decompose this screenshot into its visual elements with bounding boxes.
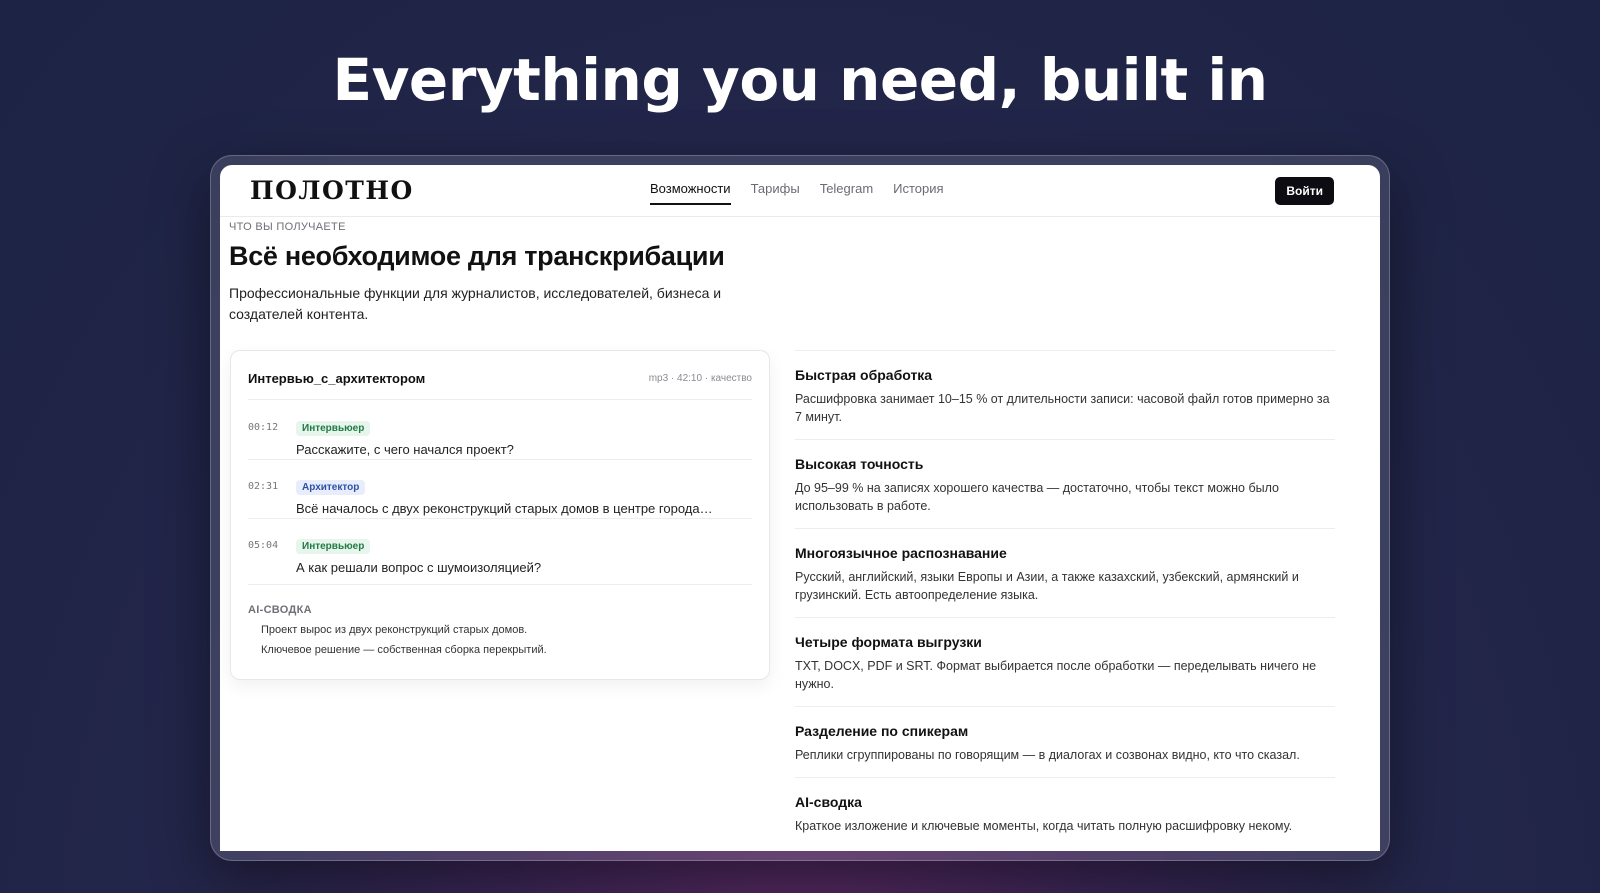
timestamp: 05:04 xyxy=(248,540,279,551)
feature-description: Реплики сгруппированы по говорящим — в д… xyxy=(795,748,1300,762)
transcript-row: 02:31 Архитектор Всё началось с двух рек… xyxy=(248,460,752,519)
feature-item: Высокая точность До 95–99 % на записях х… xyxy=(795,440,1335,529)
timestamp: 02:31 xyxy=(248,481,279,492)
utterance-text: Всё началось с двух реконструкций старых… xyxy=(296,501,713,516)
transcript-rows: 00:12 Интервьюер Расскажите, с чего нача… xyxy=(248,401,752,585)
feature-description: Расшифровка занимает 10–15 % от длительн… xyxy=(795,392,1330,424)
feature-title: Быстрая обработка xyxy=(795,367,933,383)
ai-summary-line: Ключевое решение — собственная сборка пе… xyxy=(261,644,547,656)
utterance-text: А как решали вопрос с шумоизоляцией? xyxy=(296,560,542,575)
transcript-header: Интервью_с_архитектором mp3 · 42:10 · ка… xyxy=(248,351,752,400)
nav-links: Возможности Тарифы Telegram История xyxy=(650,181,944,205)
logo[interactable]: ПОЛОТНО xyxy=(250,176,414,205)
nav-link-pricing[interactable]: Тарифы xyxy=(751,181,800,205)
navbar: ПОЛОТНО Возможности Тарифы Telegram Исто… xyxy=(220,165,1380,217)
speaker-badge: Архитектор xyxy=(296,480,366,495)
ai-summary-label: AI-СВОДКА xyxy=(248,604,312,616)
nav-link-telegram[interactable]: Telegram xyxy=(820,181,873,205)
hero-title: Everything you need, built in xyxy=(332,46,1268,114)
section-eyebrow: ЧТО ВЫ ПОЛУЧАЕТЕ xyxy=(229,221,346,233)
feature-item: Четыре формата выгрузки TXT, DOCX, PDF и… xyxy=(795,618,1335,707)
page-title: Всё необходимое для транскрибации xyxy=(229,241,725,271)
feature-description: Русский, английский, языки Европы и Азии… xyxy=(795,570,1299,602)
speaker-badge: Интервьюер xyxy=(296,539,371,554)
feature-description: Краткое изложение и ключевые моменты, ко… xyxy=(795,819,1293,833)
transcript-card: Интервью_с_архитектором mp3 · 42:10 · ка… xyxy=(230,350,770,680)
timestamp: 00:12 xyxy=(248,422,279,433)
transcript-row: 00:12 Интервьюер Расскажите, с чего нача… xyxy=(248,401,752,460)
feature-item: AI-сводка Краткое изложение и ключевые м… xyxy=(795,778,1335,848)
feature-title: Многоязычное распознавание xyxy=(795,545,1007,561)
feature-description: TXT, DOCX, PDF и SRT. Формат выбирается … xyxy=(795,659,1317,691)
nav-link-history[interactable]: История xyxy=(893,181,943,205)
ai-summary-line: Проект вырос из двух реконструкций стары… xyxy=(261,624,528,636)
feature-item: Быстрая обработка Расшифровка занимает 1… xyxy=(795,351,1335,440)
feature-description: До 95–99 % на записях хорошего качества … xyxy=(795,481,1279,513)
feature-item: Многоязычное распознавание Русский, англ… xyxy=(795,529,1335,618)
transcript-row: 05:04 Интервьюер А как решали вопрос с ш… xyxy=(248,519,752,585)
transcript-file-name: Интервью_с_архитектором xyxy=(248,371,426,386)
feature-item: Разделение по спикерам Реплики сгруппиро… xyxy=(795,707,1335,778)
transcript-meta: mp3 · 42:10 · качество xyxy=(648,373,752,384)
app-window: ПОЛОТНО Возможности Тарифы Telegram Исто… xyxy=(220,165,1380,851)
feature-list: Быстрая обработка Расшифровка занимает 1… xyxy=(795,350,1335,848)
login-button[interactable]: Войти xyxy=(1275,177,1334,205)
nav-link-features[interactable]: Возможности xyxy=(650,181,731,205)
feature-title: Разделение по спикерам xyxy=(795,723,969,739)
feature-title: Высокая точность xyxy=(795,456,924,472)
speaker-badge: Интервьюер xyxy=(296,421,371,436)
feature-title: AI-сводка xyxy=(795,794,862,810)
utterance-text: Расскажите, с чего начался проект? xyxy=(296,442,514,457)
feature-title: Четыре формата выгрузки xyxy=(795,634,982,650)
page-subtitle: Профессиональные функции для журналистов… xyxy=(229,285,722,322)
